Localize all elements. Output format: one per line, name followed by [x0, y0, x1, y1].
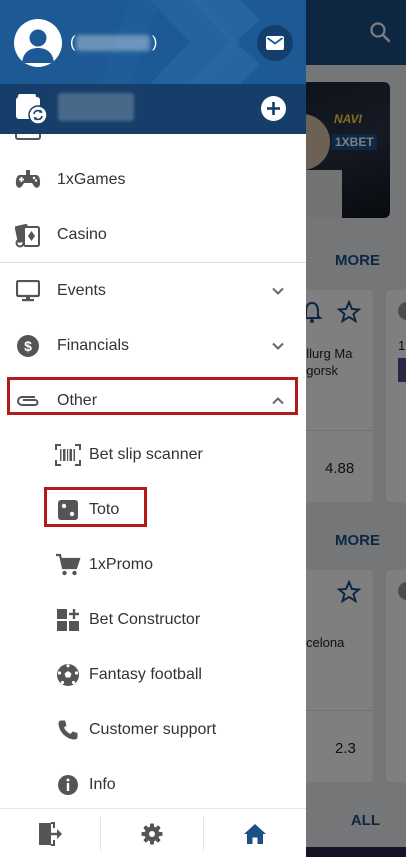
- menu-item-label: Fantasy football: [89, 665, 202, 683]
- menu-item-label: Info: [89, 775, 116, 793]
- menu-item-1xgames[interactable]: 1xGames: [0, 152, 306, 207]
- logout-button[interactable]: [0, 809, 100, 857]
- plus-icon: [267, 102, 280, 115]
- menu-item-label: 1xGames: [57, 170, 126, 188]
- menu-item-label: Bet Constructor: [89, 610, 201, 628]
- menu-item-events[interactable]: Events: [0, 263, 306, 318]
- menu-subitem-fantasy-football[interactable]: Fantasy football: [0, 647, 306, 702]
- menu-item-label: Bet slip scanner: [89, 445, 203, 463]
- navigation-drawer: ( ) 1xGames Casino Events $ Financials O…: [0, 0, 306, 857]
- drawer-header: ( ): [0, 0, 306, 134]
- drawer-menu: 1xGames Casino Events $ Financials Other…: [0, 134, 306, 808]
- gamepad-icon: [15, 167, 41, 193]
- avatar[interactable]: [14, 19, 62, 67]
- menu-subitem-bet-constructor[interactable]: Bet Constructor: [0, 592, 306, 647]
- menu-item-label: 1xPromo: [89, 555, 154, 573]
- chevron-down-icon: [272, 342, 284, 350]
- user-silhouette-icon: [22, 29, 54, 63]
- constructor-icon: [55, 607, 81, 633]
- partial-item-icon: [15, 134, 41, 140]
- home-button[interactable]: [204, 809, 306, 857]
- drawer-bottom-bar: [0, 808, 306, 857]
- chevron-down-icon: [272, 287, 284, 295]
- menu-item-label: Customer support: [89, 720, 217, 738]
- wallet-sync-icon: [16, 94, 48, 125]
- highlight-box-other: [7, 377, 298, 415]
- settings-button[interactable]: [101, 809, 203, 857]
- monitor-icon: [15, 278, 41, 304]
- highlight-box-toto: [44, 487, 147, 527]
- cart-icon: [55, 552, 81, 578]
- menu-subitem-customer-support[interactable]: Customer support: [0, 702, 306, 757]
- menu-item-label: Events: [57, 281, 106, 299]
- svg-text:$: $: [24, 338, 32, 354]
- balance-value: [58, 93, 134, 121]
- phone-icon: [55, 717, 81, 743]
- gear-icon: [141, 823, 163, 844]
- balance-row[interactable]: [0, 84, 306, 134]
- menu-item-financials[interactable]: $ Financials: [0, 318, 306, 373]
- menu-subitem-bet-slip-scanner[interactable]: Bet slip scanner: [0, 427, 306, 482]
- menu-subitem-info[interactable]: Info: [0, 757, 306, 808]
- barcode-icon: [55, 442, 81, 468]
- logout-icon: [39, 821, 62, 846]
- info-icon: [55, 772, 81, 798]
- menu-item-label: Casino: [57, 225, 107, 243]
- mail-button[interactable]: [257, 25, 293, 61]
- dollar-icon: $: [15, 333, 41, 359]
- football-icon: [55, 662, 81, 688]
- menu-subitem-1xpromo[interactable]: 1xPromo: [0, 537, 306, 592]
- home-icon: [244, 823, 266, 844]
- username: ( ): [70, 34, 158, 51]
- mail-icon: [266, 36, 284, 50]
- casino-icon: [15, 222, 41, 248]
- add-funds-button[interactable]: [261, 96, 286, 121]
- menu-item-casino[interactable]: Casino: [0, 207, 306, 262]
- menu-item-label: Financials: [57, 336, 130, 354]
